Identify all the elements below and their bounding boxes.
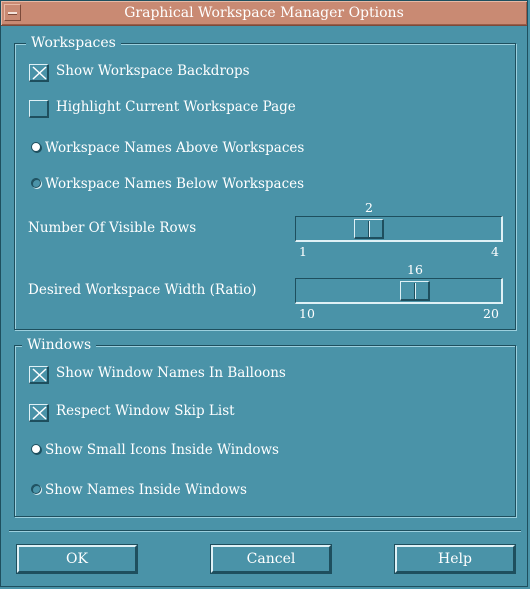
names-inside-label[interactable]: Show Names Inside Windows <box>45 482 247 498</box>
width-ratio-slider[interactable] <box>295 278 503 304</box>
ok-button[interactable]: OK <box>16 544 138 574</box>
windows-group-label: Windows <box>22 337 97 353</box>
window-title: Graphical Workspace Manager Options <box>124 5 404 21</box>
names-below-radio[interactable] <box>31 178 41 188</box>
visible-rows-min: 1 <box>299 244 307 259</box>
small-icons-radio[interactable] <box>31 444 41 454</box>
skip-list-checkbox[interactable] <box>29 404 49 422</box>
workspaces-group-label: Workspaces <box>26 35 121 51</box>
title-bar[interactable]: Graphical Workspace Manager Options <box>1 1 527 26</box>
skip-list-label[interactable]: Respect Window Skip List <box>56 403 235 419</box>
width-ratio-min: 10 <box>299 306 315 321</box>
show-backdrops-label[interactable]: Show Workspace Backdrops <box>56 63 250 79</box>
names-in-balloons-label[interactable]: Show Window Names In Balloons <box>56 365 286 381</box>
names-above-label[interactable]: Workspace Names Above Workspaces <box>45 140 304 156</box>
visible-rows-label: Number Of Visible Rows <box>28 220 197 236</box>
visible-rows-value: 2 <box>365 200 373 215</box>
highlight-current-checkbox[interactable] <box>29 100 49 118</box>
visible-rows-slider[interactable] <box>295 216 503 242</box>
names-below-label[interactable]: Workspace Names Below Workspaces <box>45 176 304 192</box>
width-ratio-max: 20 <box>483 306 499 321</box>
checkmark-x-icon <box>32 406 47 420</box>
help-button[interactable]: Help <box>394 544 516 574</box>
names-above-radio[interactable] <box>31 142 41 152</box>
show-backdrops-checkbox[interactable] <box>29 64 49 82</box>
checkmark-x-icon <box>32 368 47 382</box>
width-ratio-slider-thumb[interactable] <box>400 281 430 301</box>
small-icons-label[interactable]: Show Small Icons Inside Windows <box>45 442 279 458</box>
width-ratio-value: 16 <box>407 262 423 277</box>
width-ratio-label: Desired Workspace Width (Ratio) <box>28 282 257 298</box>
cancel-button[interactable]: Cancel <box>210 544 332 574</box>
visible-rows-max: 4 <box>491 244 499 259</box>
highlight-current-label[interactable]: Highlight Current Workspace Page <box>56 99 296 115</box>
visible-rows-slider-thumb[interactable] <box>354 219 384 239</box>
names-in-balloons-checkbox[interactable] <box>29 366 49 384</box>
checkmark-x-icon <box>32 66 47 80</box>
button-separator <box>9 530 521 532</box>
names-inside-radio[interactable] <box>31 484 41 494</box>
